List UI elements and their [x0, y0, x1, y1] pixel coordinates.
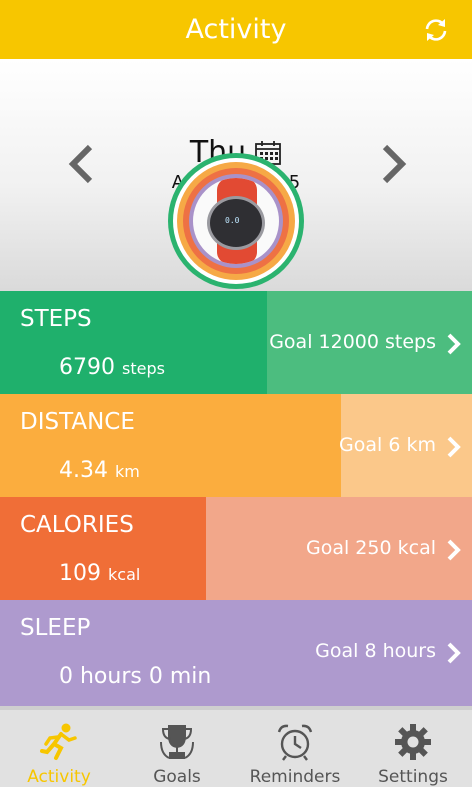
chevron-right-icon	[447, 539, 461, 561]
trophy-icon	[160, 725, 194, 759]
calories-goal: Goal 250 kcal	[306, 537, 436, 559]
alarm-clock-icon	[277, 724, 313, 761]
sleep-label: SLEEP	[20, 615, 91, 641]
steps-value: 6790	[59, 355, 115, 380]
chevron-right-icon	[447, 436, 461, 458]
bottom-tab-bar: Activity Goals Reminders Settings	[0, 706, 472, 787]
device-screen-text: 0.0	[225, 216, 240, 225]
app-header: Activity	[0, 0, 472, 59]
distance-label: DISTANCE	[20, 409, 135, 435]
sleep-tile[interactable]: SLEEP 0 hours 0 min Goal 8 hours	[0, 600, 472, 706]
tab-label: Settings	[378, 767, 448, 787]
calories-value: 109	[59, 561, 101, 586]
gear-icon	[395, 724, 431, 760]
next-day-button[interactable]	[377, 141, 411, 187]
steps-label: STEPS	[20, 306, 92, 332]
steps-goal: Goal 12000 steps	[269, 331, 436, 353]
sleep-value: 0 hours 0 min	[59, 664, 212, 689]
steps-tile[interactable]: STEPS 6790 steps Goal 12000 steps	[0, 291, 472, 395]
activity-rings: 0.0	[168, 153, 304, 289]
tab-label: Reminders	[249, 767, 341, 787]
tab-label: Goals	[153, 767, 201, 787]
device-image: 0.0	[193, 178, 279, 264]
distance-unit: km	[114, 462, 140, 481]
calories-label: CALORIES	[20, 512, 134, 538]
distance-value: 4.34	[59, 458, 108, 483]
sync-icon[interactable]	[422, 16, 450, 44]
calories-unit: kcal	[108, 565, 141, 584]
tab-reminders[interactable]: Reminders	[236, 710, 354, 787]
page-title: Activity	[185, 14, 287, 45]
sleep-goal: Goal 8 hours	[315, 640, 436, 662]
runner-icon	[40, 723, 77, 760]
steps-unit: steps	[122, 359, 165, 378]
tab-settings[interactable]: Settings	[354, 710, 472, 787]
calories-tile[interactable]: CALORIES 109 kcal Goal 250 kcal	[0, 497, 472, 601]
distance-goal: Goal 6 km	[339, 434, 436, 456]
chevron-right-icon	[447, 642, 461, 664]
tab-activity[interactable]: Activity	[0, 710, 118, 787]
distance-tile[interactable]: DISTANCE 4.34 km Goal 6 km	[0, 394, 472, 498]
chevron-right-icon	[447, 333, 461, 355]
tab-goals[interactable]: Goals	[118, 710, 236, 787]
tab-label: Activity	[27, 767, 91, 787]
